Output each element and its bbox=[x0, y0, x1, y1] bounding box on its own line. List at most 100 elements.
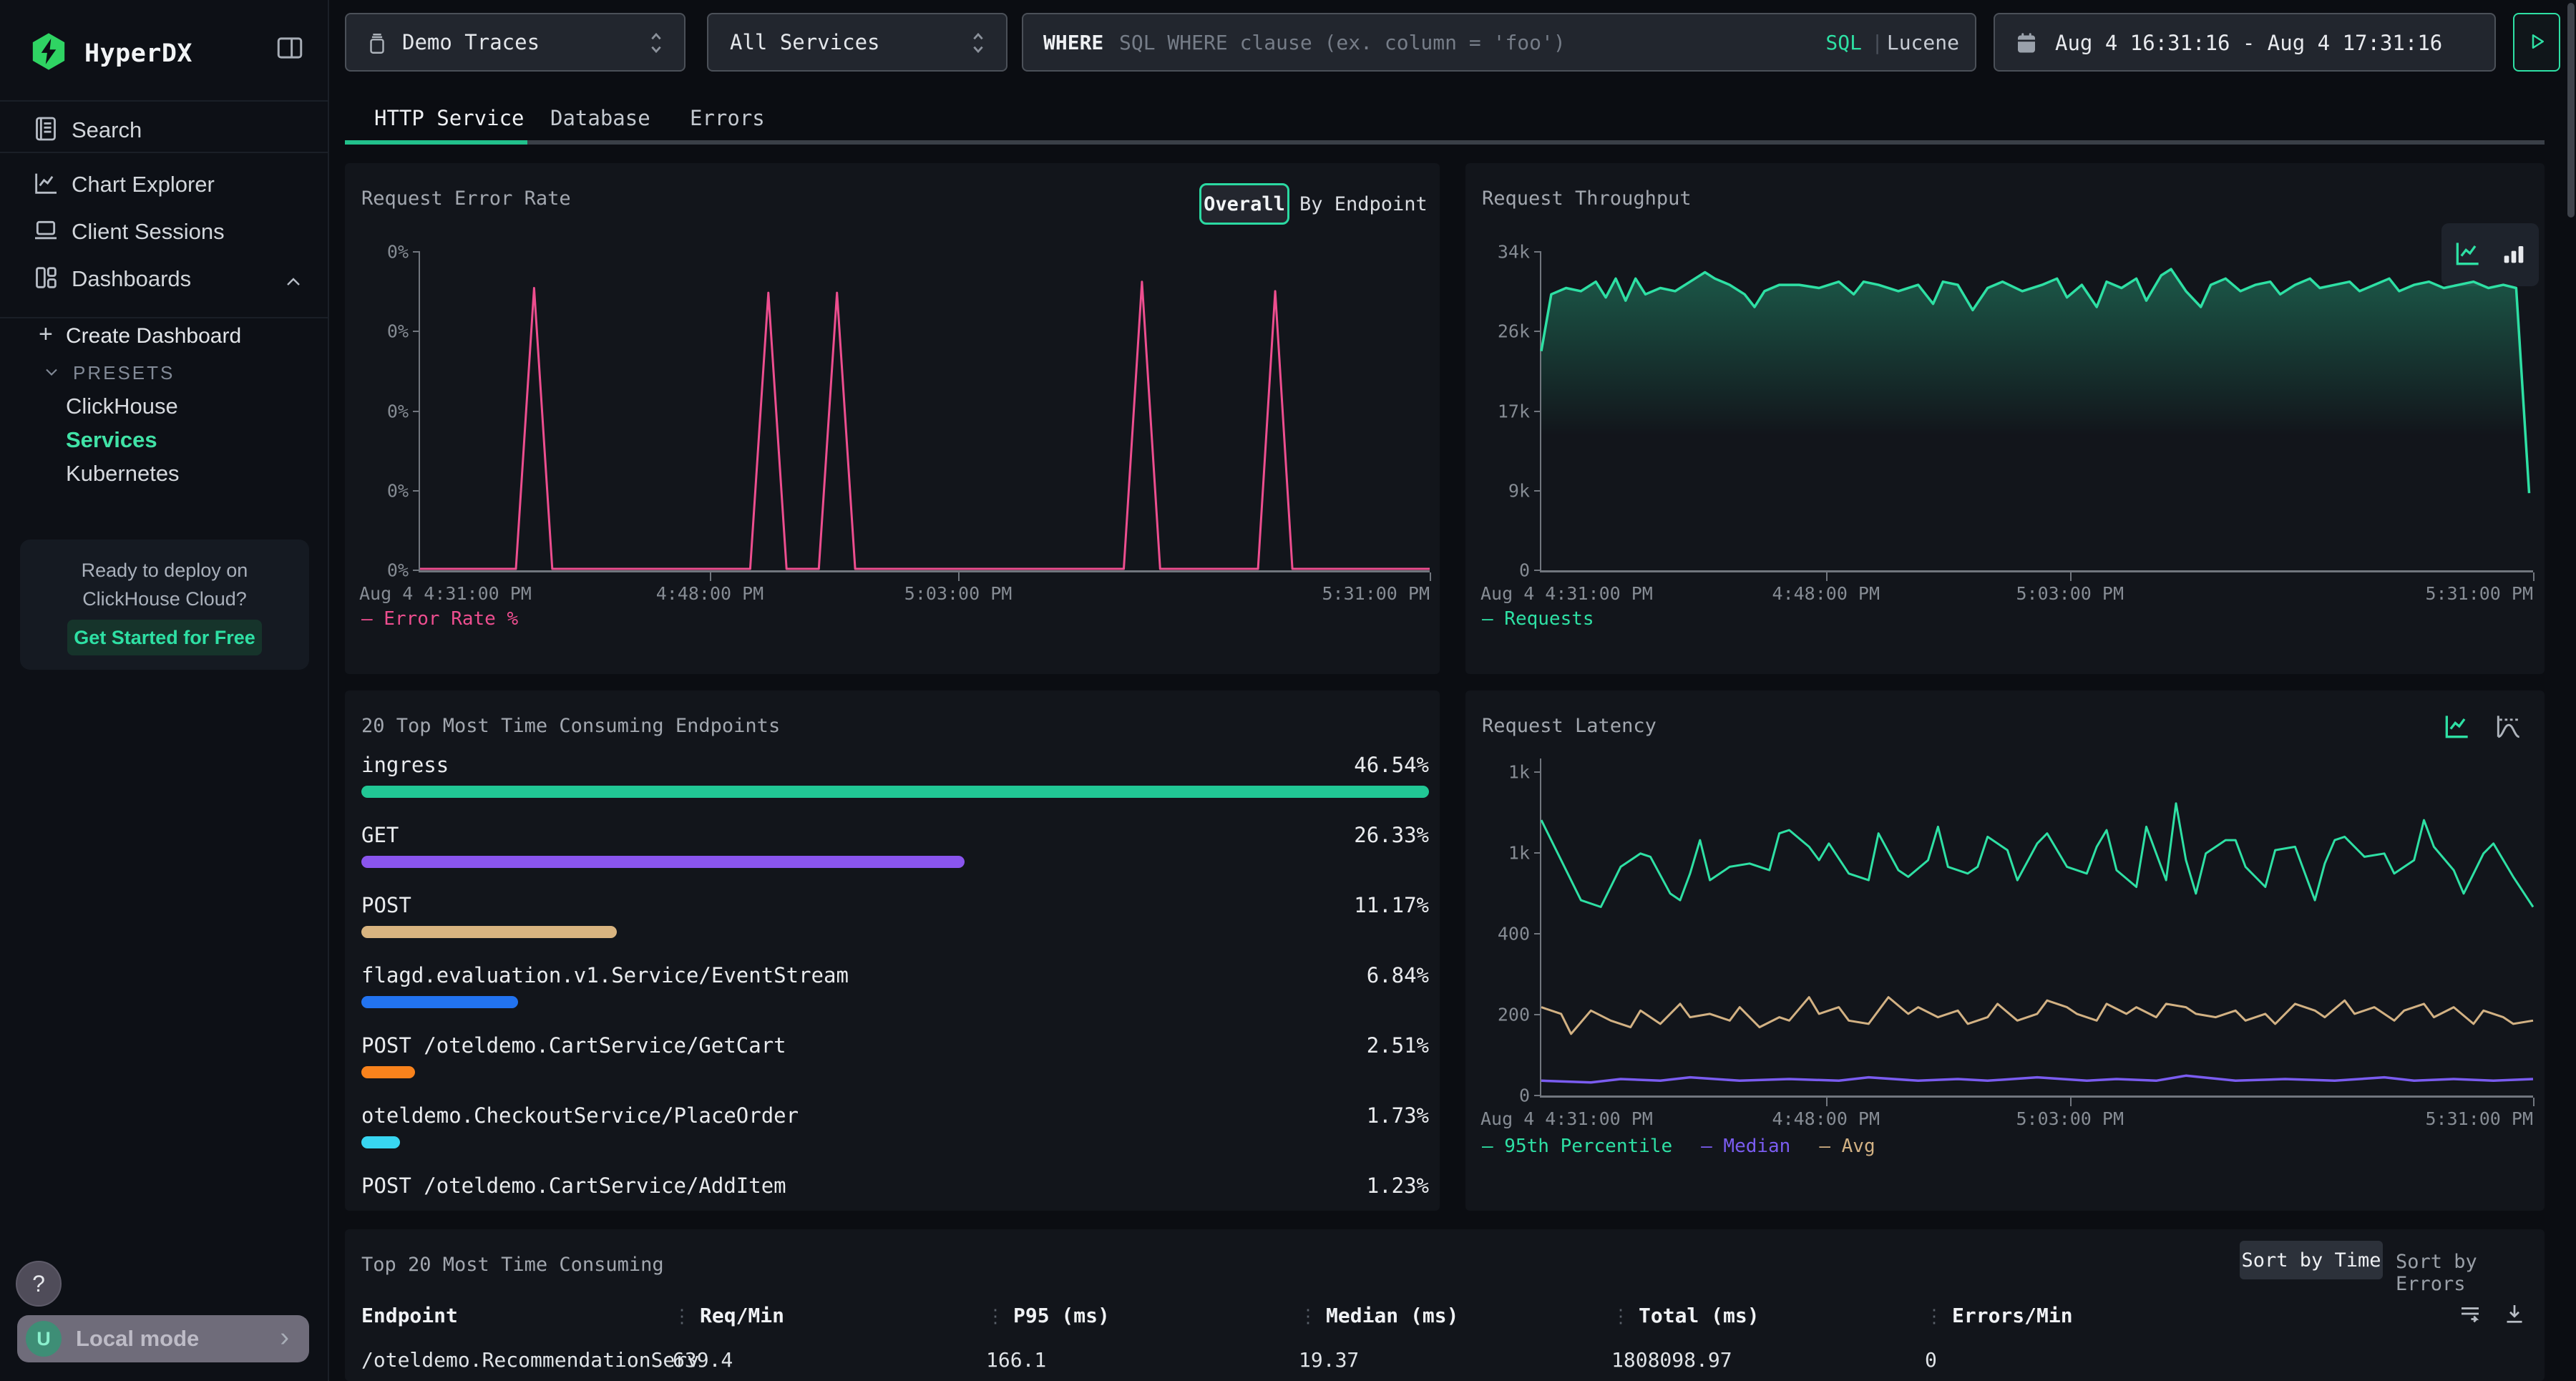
laptop-icon bbox=[31, 216, 60, 248]
x-axis-label: 5:03:00 PM bbox=[2016, 1108, 2124, 1129]
line-chart-icon[interactable] bbox=[2441, 711, 2473, 746]
cloud-card-line1: Ready to deploy on bbox=[20, 560, 309, 582]
x-axis-label: 4:48:00 PM bbox=[1772, 583, 1880, 604]
tab-http-service[interactable]: HTTP Service bbox=[374, 106, 525, 130]
get-started-button[interactable]: Get Started for Free bbox=[67, 620, 262, 655]
endpoint-row[interactable]: GET 26.33% bbox=[361, 823, 1429, 883]
sidebar-item-client-sessions[interactable]: Client Sessions bbox=[0, 209, 328, 255]
legend-item: — Avg bbox=[1819, 1136, 1875, 1157]
histogram-icon[interactable] bbox=[2493, 711, 2524, 746]
y-tick-label: 0% bbox=[387, 560, 409, 581]
legend-item: — Median bbox=[1701, 1136, 1790, 1157]
y-tick-label: 0% bbox=[387, 321, 409, 342]
source-select[interactable]: Demo Traces bbox=[345, 13, 686, 72]
legend-item: — Error Rate % bbox=[361, 608, 518, 630]
hyperdx-app: HyperDX Search Chart Explorer Client Ses… bbox=[0, 0, 2576, 1381]
endpoint-row[interactable]: POST 11.17% bbox=[361, 893, 1429, 953]
scrollbar[interactable] bbox=[2567, 3, 2575, 218]
wrap-text-icon[interactable] bbox=[2457, 1301, 2483, 1330]
local-mode-label: Local mode bbox=[76, 1326, 199, 1352]
endpoint-bar bbox=[361, 856, 965, 868]
sidebar-item-kubernetes[interactable]: Kubernetes bbox=[66, 461, 180, 487]
endpoint-row[interactable]: oteldemo.CheckoutService/PlaceOrder 1.73… bbox=[361, 1103, 1429, 1163]
error-rate-chart[interactable]: 0%0%0%0%0%Aug 4 4:31:00 PM4:48:00 PM5:03… bbox=[419, 252, 1430, 572]
database-icon bbox=[365, 31, 389, 59]
panel-request-error-rate: Request Error Rate Overall By Endpoint 0… bbox=[345, 163, 1440, 674]
sort-by-errors-button[interactable]: Sort by Errors bbox=[2396, 1251, 2545, 1295]
table-cell: 0 bbox=[1925, 1348, 1937, 1372]
sidebar-collapse-icon[interactable] bbox=[275, 33, 305, 63]
source-select-value: Demo Traces bbox=[402, 30, 540, 54]
column-header[interactable]: ⋮Req/Min bbox=[673, 1304, 784, 1327]
column-header[interactable]: ⋮Median (ms) bbox=[1299, 1304, 1458, 1327]
local-mode-button[interactable]: U Local mode › bbox=[17, 1315, 309, 1362]
sidebar-item-clickhouse[interactable]: ClickHouse bbox=[66, 394, 178, 419]
endpoint-percent: 26.33% bbox=[1354, 823, 1429, 847]
search-input[interactable]: WHERE SQL WHERE clause (ex. column = 'fo… bbox=[1022, 13, 1976, 72]
endpoint-row[interactable]: POST /oteldemo.CartService/AddItem 1.23% bbox=[361, 1173, 1429, 1211]
tab-database[interactable]: Database bbox=[550, 106, 650, 130]
panel-title: Top 20 Most Time Consuming bbox=[361, 1254, 664, 1276]
sidebar-item-search[interactable]: Search bbox=[0, 107, 328, 153]
endpoint-percent: 6.84% bbox=[1367, 963, 1429, 987]
presets-toggle[interactable]: PRESETS bbox=[0, 356, 328, 388]
download-icon[interactable] bbox=[2502, 1301, 2527, 1330]
by-endpoint-toggle[interactable]: By Endpoint bbox=[1299, 193, 1428, 215]
overall-toggle-button[interactable]: Overall bbox=[1199, 183, 1289, 225]
endpoint-percent: 46.54% bbox=[1354, 753, 1429, 777]
table-cell: 1808098.97 bbox=[1611, 1348, 1732, 1372]
throughput-chart[interactable]: 34k26k17k9k0Aug 4 4:31:00 PM4:48:00 PM5:… bbox=[1540, 252, 2533, 572]
sort-by-time-button[interactable]: Sort by Time bbox=[2240, 1241, 2383, 1279]
endpoint-bar bbox=[361, 996, 518, 1008]
brand-title: HyperDX bbox=[84, 39, 192, 68]
lang-separator: | bbox=[1871, 31, 1883, 54]
sidebar-item-label: Dashboards bbox=[72, 266, 191, 292]
latency-chart[interactable]: 1k1k4002000Aug 4 4:31:00 PM4:48:00 PM5:0… bbox=[1540, 758, 2533, 1098]
active-tab-indicator bbox=[345, 140, 527, 145]
sidebar-item-label: Client Sessions bbox=[72, 219, 225, 245]
column-handle[interactable]: ⋮ bbox=[1299, 1306, 1317, 1327]
create-dashboard-button[interactable]: + Create Dashboard bbox=[0, 318, 328, 353]
column-header[interactable]: ⋮Total (ms) bbox=[1611, 1304, 1760, 1327]
where-keyword: WHERE bbox=[1043, 31, 1103, 54]
sidebar-item-services[interactable]: Services bbox=[66, 427, 157, 453]
presets-label: PRESETS bbox=[73, 362, 175, 384]
sidebar-item-label: Chart Explorer bbox=[72, 172, 215, 197]
panel-request-latency: Request Latency 1k1k4002000Aug 4 4:31:00… bbox=[1465, 690, 2545, 1211]
column-handle[interactable]: ⋮ bbox=[1611, 1306, 1630, 1327]
run-query-button[interactable] bbox=[2513, 13, 2560, 72]
lucene-mode-toggle[interactable]: Lucene bbox=[1887, 31, 1959, 54]
y-tick-label: 34k bbox=[1498, 242, 1530, 263]
sidebar-item-dashboards[interactable]: Dashboards bbox=[0, 256, 328, 302]
column-header[interactable]: ⋮P95 (ms) bbox=[986, 1304, 1110, 1327]
x-axis-label: 4:48:00 PM bbox=[656, 583, 764, 604]
table-cell: /oteldemo.RecommendationServ bbox=[361, 1348, 699, 1372]
column-handle[interactable]: ⋮ bbox=[986, 1306, 1005, 1327]
sql-mode-toggle[interactable]: SQL bbox=[1825, 31, 1862, 54]
date-range-picker[interactable]: Aug 4 16:31:16 - Aug 4 17:31:16 bbox=[1994, 13, 2496, 72]
cloud-card-line2: ClickHouse Cloud? bbox=[20, 588, 309, 610]
column-header[interactable]: Endpoint bbox=[361, 1304, 458, 1327]
sidebar-item-chart-explorer[interactable]: Chart Explorer bbox=[0, 162, 328, 208]
endpoint-row[interactable]: POST /oteldemo.CartService/GetCart 2.51% bbox=[361, 1033, 1429, 1093]
chart-legend: — Requests bbox=[1482, 608, 1594, 630]
brand[interactable]: HyperDX bbox=[29, 31, 192, 75]
legend-item: — Requests bbox=[1482, 608, 1594, 630]
panel-top-20-table: Top 20 Most Time Consuming Sort by Time … bbox=[345, 1229, 2545, 1381]
chevron-up-icon[interactable] bbox=[282, 270, 305, 297]
endpoint-row[interactable]: flagd.evaluation.v1.Service/EventStream … bbox=[361, 963, 1429, 1023]
endpoint-row[interactable]: ingress 46.54% bbox=[361, 753, 1429, 813]
divider bbox=[0, 100, 328, 102]
chart-canvas bbox=[1541, 758, 2533, 1095]
select-chevrons-icon bbox=[644, 27, 668, 62]
column-handle[interactable]: ⋮ bbox=[1925, 1306, 1943, 1327]
column-header[interactable]: ⋮Errors/Min bbox=[1925, 1304, 2073, 1327]
help-button[interactable]: ? bbox=[16, 1261, 62, 1307]
column-handle[interactable]: ⋮ bbox=[673, 1306, 691, 1327]
tab-errors[interactable]: Errors bbox=[690, 106, 765, 130]
calendar-icon bbox=[2014, 30, 2039, 59]
create-dashboard-label: Create Dashboard bbox=[66, 324, 241, 348]
chevron-right-icon: › bbox=[280, 1322, 289, 1353]
x-axis-label: 5:03:00 PM bbox=[2016, 583, 2124, 604]
service-select[interactable]: All Services bbox=[707, 13, 1008, 72]
